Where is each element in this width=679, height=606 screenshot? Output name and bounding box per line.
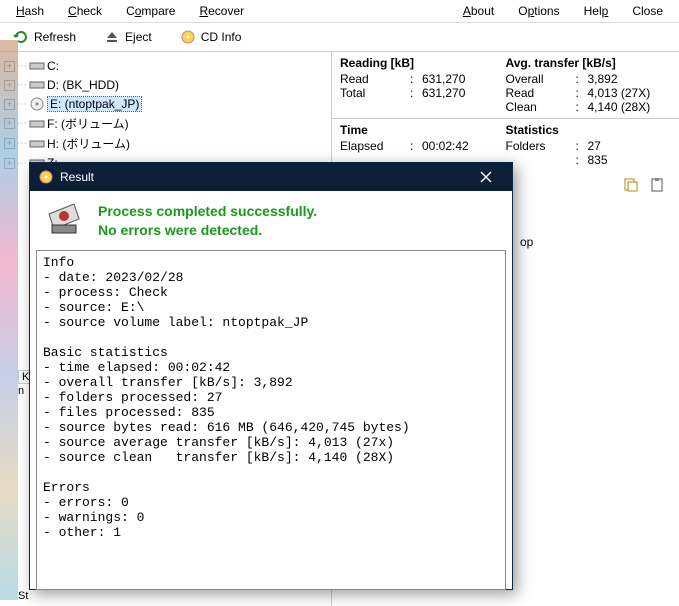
success-msg-1: Process completed successfully.: [98, 202, 317, 220]
time-header: Time: [340, 123, 506, 137]
cd-small-icon: [38, 169, 54, 185]
hdd-icon: [29, 136, 45, 152]
cd-drive-icon: [29, 96, 45, 112]
reading-header: Reading [kB]: [340, 56, 506, 70]
menu-options[interactable]: Options: [508, 2, 569, 20]
result-dialog: Result Process completed successfully. N…: [29, 162, 513, 590]
drive-f[interactable]: +⋯F: (ボリューム): [2, 114, 329, 133]
stats-reading: Reading [kB] Read:631,270 Total:631,270 …: [332, 52, 679, 119]
menu-about[interactable]: About: [453, 2, 504, 20]
result-banner: Process completed successfully. No error…: [30, 191, 512, 250]
op-text: op: [520, 235, 533, 249]
menu-check[interactable]: Check: [58, 2, 112, 20]
hdd-icon: [29, 58, 45, 74]
drive-e[interactable]: +⋯E: (ntoptpak_JP): [2, 95, 329, 113]
menubar: Hash Check Compare Recover About Options…: [0, 0, 679, 23]
refresh-label: Refresh: [34, 30, 76, 44]
cdinfo-label: CD Info: [201, 30, 242, 44]
paste-icon[interactable]: [649, 177, 665, 193]
drive-h[interactable]: +⋯H: (ボリューム): [2, 134, 329, 153]
transfer-header: Avg. transfer [kB/s]: [506, 56, 672, 70]
menu-hash[interactable]: Hash: [6, 2, 54, 20]
dialog-titlebar[interactable]: Result: [30, 163, 512, 191]
eject-label: Eject: [125, 30, 152, 44]
close-icon: [480, 171, 492, 183]
statistics-header: Statistics: [506, 123, 672, 137]
cd-icon: [180, 29, 196, 45]
drive-art-icon: [44, 199, 84, 242]
hdd-icon: [29, 116, 45, 132]
eject-button[interactable]: Eject: [97, 26, 159, 48]
letter-n: n: [18, 385, 24, 397]
drive-c[interactable]: +⋯C:: [2, 57, 329, 75]
copy-icon[interactable]: [623, 177, 639, 193]
menu-recover[interactable]: Recover: [189, 2, 254, 20]
sidebar-decoration: [0, 40, 18, 600]
menu-close[interactable]: Close: [622, 2, 673, 20]
menu-compare[interactable]: Compare: [116, 2, 185, 20]
menu-hash-label: ash: [25, 4, 44, 18]
cdinfo-button[interactable]: CD Info: [173, 26, 249, 48]
status-st: St: [18, 590, 28, 602]
result-log[interactable]: Info - date: 2023/02/28 - process: Check…: [36, 250, 506, 590]
toolbar: Refresh Eject CD Info: [0, 23, 679, 52]
menu-help[interactable]: Help: [574, 2, 619, 20]
close-button[interactable]: [468, 165, 504, 189]
hdd-icon: [29, 77, 45, 93]
eject-icon: [104, 29, 120, 45]
dialog-title: Result: [60, 170, 468, 184]
drive-d[interactable]: +⋯D: (BK_HDD): [2, 76, 329, 94]
success-msg-2: No errors were detected.: [98, 221, 317, 239]
